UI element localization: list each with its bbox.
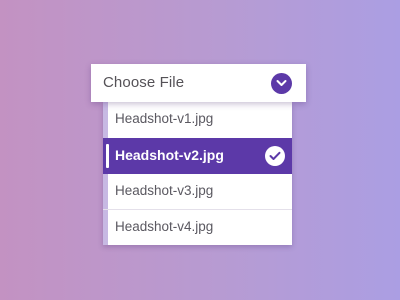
check-icon xyxy=(269,151,281,160)
dropdown-toggle-button[interactable] xyxy=(271,73,292,94)
selection-marker xyxy=(103,138,109,174)
list-item-label: Headshot-v2.jpg xyxy=(115,147,224,163)
list-item-label: Headshot-v4.jpg xyxy=(115,219,214,234)
list-item-label: Headshot-v3.jpg xyxy=(115,183,214,198)
file-select-dropdown[interactable]: Choose File xyxy=(91,64,306,102)
list-item[interactable]: Headshot-v4.jpg xyxy=(103,209,292,245)
list-item-selected[interactable]: Headshot-v2.jpg xyxy=(103,138,292,174)
list-item[interactable]: Headshot-v3.jpg xyxy=(103,174,292,210)
list-item[interactable]: Headshot-v1.jpg xyxy=(103,102,292,138)
selection-marker-bar xyxy=(106,144,109,168)
list-item-label: Headshot-v1.jpg xyxy=(115,111,214,126)
dropdown-label: Choose File xyxy=(103,74,185,91)
chevron-down-icon xyxy=(276,80,287,86)
check-badge xyxy=(265,146,285,166)
file-options-menu: Headshot-v1.jpg Headshot-v2.jpg Headshot… xyxy=(103,102,292,245)
